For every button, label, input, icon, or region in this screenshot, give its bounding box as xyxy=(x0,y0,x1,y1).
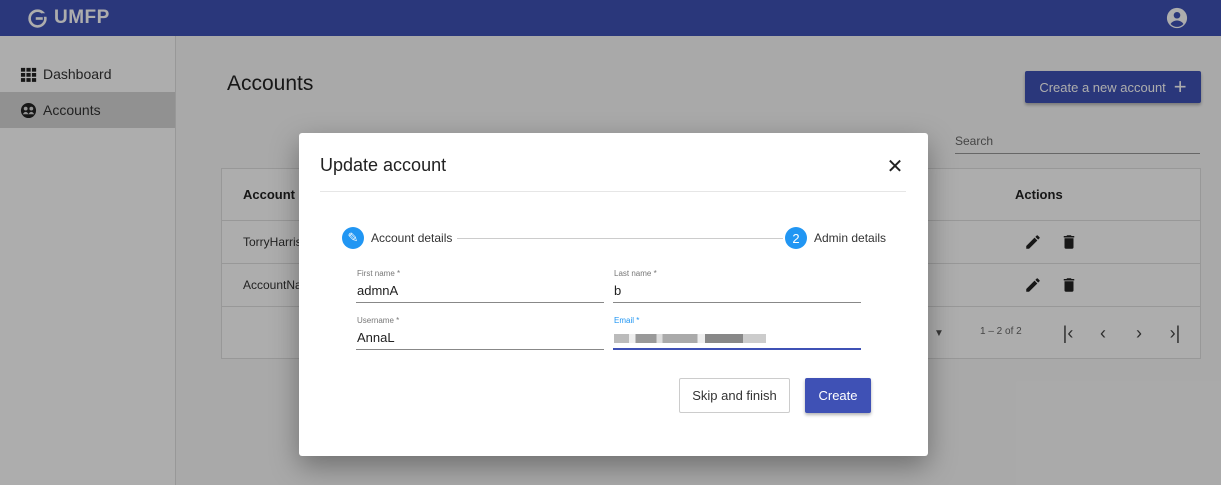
stepper-connector xyxy=(457,238,783,239)
email-field[interactable]: Email * xyxy=(613,316,861,350)
last-name-field[interactable]: Last name * b xyxy=(613,269,861,303)
email-value-redacted xyxy=(614,330,766,345)
last-name-label: Last name * xyxy=(614,269,657,278)
first-name-label: First name * xyxy=(357,269,401,278)
username-label: Username * xyxy=(357,316,400,325)
dialog-divider xyxy=(320,191,906,192)
step-label: Account details xyxy=(371,231,453,245)
update-account-dialog: Update account ✕ ✎ Account details 2 Adm… xyxy=(299,133,928,456)
username-value: AnnaL xyxy=(357,330,395,345)
step-account-details[interactable]: ✎ Account details xyxy=(342,227,452,249)
skip-and-finish-button[interactable]: Skip and finish xyxy=(679,378,790,413)
last-name-value: b xyxy=(614,283,622,298)
pencil-icon: ✎ xyxy=(342,227,364,249)
first-name-field[interactable]: First name * admnA xyxy=(356,269,604,303)
first-name-value: admnA xyxy=(357,283,399,298)
close-icon[interactable]: ✕ xyxy=(885,156,905,178)
step-admin-details[interactable]: 2 Admin details xyxy=(785,227,886,249)
username-field[interactable]: Username * AnnaL xyxy=(356,316,604,350)
dialog-title: Update account xyxy=(320,155,447,175)
step-label: Admin details xyxy=(814,231,887,245)
step-number: 2 xyxy=(785,227,807,249)
create-button[interactable]: Create xyxy=(805,378,871,413)
email-label: Email * xyxy=(614,316,640,325)
